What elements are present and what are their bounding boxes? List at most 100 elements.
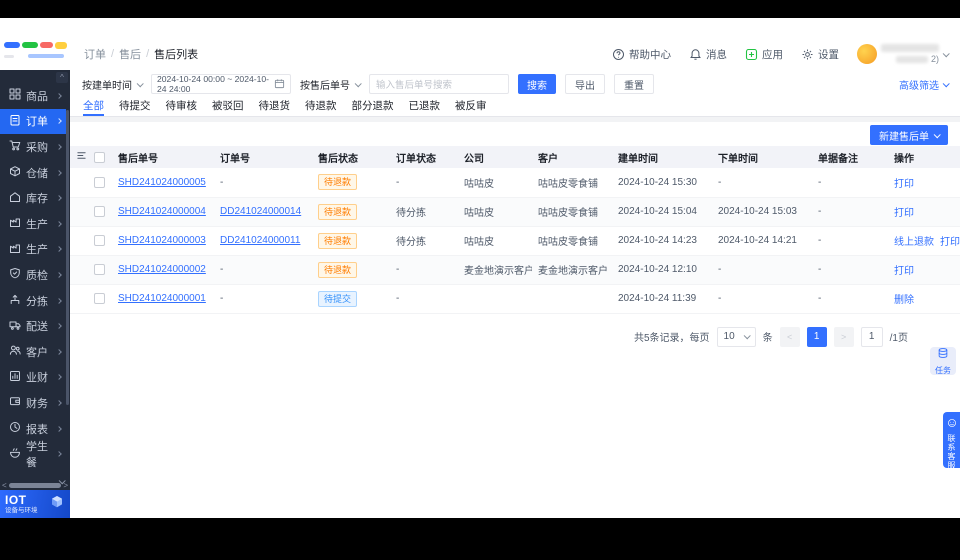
page-size-select[interactable]: 10 [716, 326, 756, 347]
chevron-down-icon [354, 79, 362, 87]
sidebar-item-库存[interactable]: 库存 [0, 185, 66, 211]
order-no-link[interactable]: DD241024000014 [220, 206, 301, 217]
actions-cell: 线上退款 打印 [888, 226, 960, 256]
hscroll-thumb[interactable] [8, 482, 62, 488]
customer-service-float-button[interactable]: 联系客服 [943, 412, 960, 470]
next-page-button[interactable]: > [833, 326, 854, 347]
record-summary: 共5条记录，每页 [633, 333, 710, 344]
status-badge: 待提交 [318, 290, 358, 307]
note-cell: - [812, 284, 888, 314]
row-checkbox[interactable] [94, 235, 105, 246]
hscroll-left-arrow[interactable]: < [2, 481, 7, 490]
page-jumper-input[interactable]: 1 [860, 326, 883, 347]
breadcrumb-separator: / [146, 48, 150, 60]
sidebar-item-商品[interactable]: 商品 [0, 83, 66, 109]
aftersale-table: 售后单号 订单号 售后状态 订单状态 公司 客户 建单时间 下单时间 单据备注 操作 SHD241… [70, 146, 960, 314]
sidebar-item-客户[interactable]: 客户 [0, 339, 66, 365]
breadcrumb-item[interactable]: 订单 [84, 46, 106, 62]
page-1-button[interactable]: 1 [806, 326, 827, 347]
apps-icon [745, 48, 758, 61]
search-input[interactable]: 输入售后单号搜索 [369, 74, 509, 94]
time-field-select[interactable]: 按建单时间 [82, 77, 144, 92]
aftersale-no-link[interactable]: SHD241024000005 [118, 177, 206, 188]
sidebar-item-质检[interactable]: 质检 [0, 262, 66, 288]
tab-已退款[interactable]: 已退款 [409, 98, 441, 116]
settings-button[interactable]: 设置 [801, 47, 839, 62]
aftersale-no-link[interactable]: SHD241024000002 [118, 264, 206, 275]
expand-all-icon[interactable] [76, 152, 87, 164]
sidebar-item-采购[interactable]: 采购 [0, 134, 66, 160]
reset-button[interactable]: 重置 [614, 74, 654, 94]
prev-page-button[interactable]: < [779, 326, 800, 347]
column-header-订单状态: 订单状态 [390, 146, 458, 168]
aftersale-no-link[interactable]: SHD241024000001 [118, 293, 206, 304]
action-link-删除[interactable]: 删除 [894, 295, 914, 306]
sidebar-item-生产[interactable]: 生产 [0, 237, 66, 263]
action-link-打印[interactable]: 打印 [894, 266, 914, 277]
tab-部分退款[interactable]: 部分退款 [352, 98, 394, 116]
action-link-打印[interactable]: 打印 [894, 179, 914, 190]
sidebar-item-仓储[interactable]: 仓储 [0, 160, 66, 186]
sidebar-scroll-up[interactable]: ^ [56, 72, 68, 83]
tab-被反审[interactable]: 被反审 [455, 98, 487, 116]
customer-cell: 麦金地演示客户 [532, 255, 612, 285]
breadcrumb-item[interactable]: 售后 [119, 46, 141, 62]
hscroll-right-arrow[interactable]: > [63, 481, 68, 490]
sidebar-item-分拣[interactable]: 分拣 [0, 288, 66, 314]
user-menu[interactable]: 2) [857, 44, 950, 64]
task-float-button[interactable]: 任务 [930, 347, 956, 375]
action-link-打印[interactable]: 打印 [940, 237, 960, 248]
messages-button[interactable]: 消息 [689, 47, 727, 62]
tab-全部[interactable]: 全部 [83, 98, 104, 116]
chevron-right-icon [56, 195, 62, 202]
sidebar-item-财务[interactable]: 财务 [0, 390, 66, 416]
row-checkbox[interactable] [94, 293, 105, 304]
sidebar-scroll-down[interactable] [58, 471, 67, 485]
ordered-time-cell: 2024-10-24 15:03 [712, 197, 812, 227]
row-checkbox[interactable] [94, 206, 105, 217]
action-link-线上退款[interactable]: 线上退款 [894, 237, 934, 248]
tab-待提交[interactable]: 待提交 [119, 98, 151, 116]
sidebar-item-订单[interactable]: 订单 [0, 108, 66, 135]
create-aftersale-button[interactable]: 新建售后单 [870, 125, 948, 145]
chevron-right-icon [56, 118, 62, 125]
sidebar-item-学生餐[interactable]: 学生餐 [0, 441, 66, 468]
search-button[interactable]: 搜索 [518, 74, 556, 94]
aftersale-no-cell: SHD241024000002 [112, 255, 214, 285]
sidebar-item-业财[interactable]: 业财 [0, 365, 66, 391]
ordered-time-cell: 2024-10-24 14:21 [712, 226, 812, 256]
action-link-打印[interactable]: 打印 [894, 208, 914, 219]
tab-待审核[interactable]: 待审核 [166, 98, 198, 116]
search-field-select[interactable]: 按售后单号 [300, 77, 362, 92]
help-center-button[interactable]: 帮助中心 [612, 47, 671, 62]
tab-被驳回[interactable]: 被驳回 [212, 98, 244, 116]
apps-button[interactable]: 应用 [745, 47, 783, 62]
aftersale-no-link[interactable]: SHD241024000003 [118, 235, 206, 246]
tab-待退款[interactable]: 待退款 [305, 98, 337, 116]
sidebar-item-label: 商品 [26, 90, 48, 103]
sidebar-hscrollbar[interactable]: < > [0, 480, 70, 490]
breadcrumb-item: 售后列表 [154, 49, 199, 61]
order-no-link[interactable]: DD241024000011 [220, 235, 300, 246]
iot-banner[interactable]: IOT 设备与环境 [0, 490, 70, 518]
sidebar-item-label: 生产 [26, 244, 48, 257]
created-time-cell: 2024-10-24 15:30 [612, 168, 712, 198]
sidebar-item-配送[interactable]: 配送 [0, 313, 66, 339]
row-checkbox[interactable] [94, 176, 105, 188]
ordered-time-cell: - [712, 168, 812, 198]
tab-待退货[interactable]: 待退货 [259, 98, 291, 116]
checkbox-cell [88, 197, 112, 227]
sidebar-scrollbar[interactable] [66, 110, 69, 405]
expand-cell [70, 197, 88, 227]
sidebar-item-label: 配送 [26, 321, 48, 334]
sidebar-item-生产[interactable]: 生产 [0, 211, 66, 237]
advanced-filter-link[interactable]: 高级筛选 [899, 77, 950, 92]
sidebar-item-label: 库存 [26, 193, 48, 206]
topbar: 订单 / 售后 / 售后列表 帮助中心 消息 应用 设置 2) [0, 18, 960, 70]
export-button[interactable]: 导出 [565, 74, 605, 94]
select-all-checkbox[interactable] [94, 151, 105, 163]
row-checkbox[interactable] [94, 264, 105, 275]
table-header-row: 售后单号 订单号 售后状态 订单状态 公司 客户 建单时间 下单时间 单据备注 操作 [70, 146, 960, 168]
date-range-input[interactable]: 2024-10-24 00:00 ~ 2024-10-24 24:00 [151, 74, 291, 94]
aftersale-no-link[interactable]: SHD241024000004 [118, 206, 206, 217]
